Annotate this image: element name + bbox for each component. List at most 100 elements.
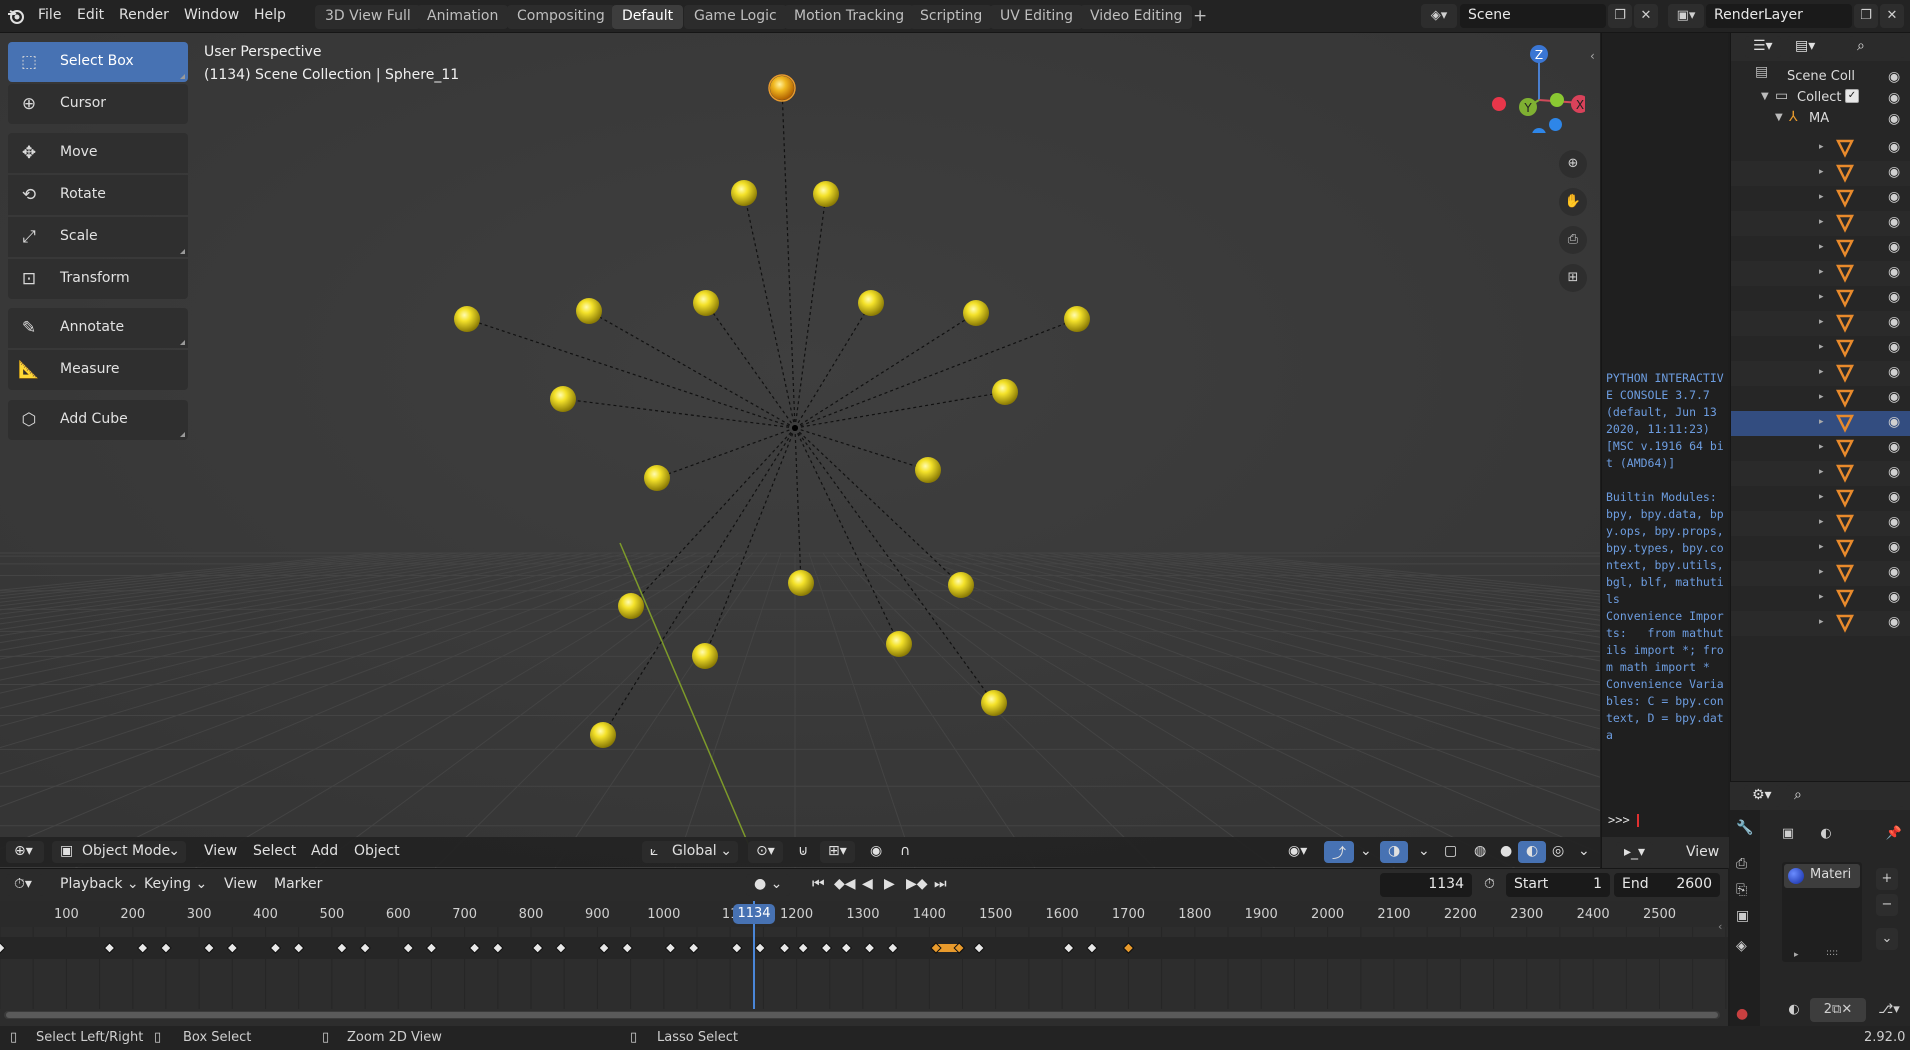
expand-arrow-icon[interactable]: ▸ — [1819, 317, 1824, 327]
eye-icon[interactable]: ◉ — [1888, 164, 1900, 180]
tool-move[interactable]: ✥ Move — [8, 133, 188, 173]
outliner-object-row[interactable]: ▸ ◉ — [1731, 461, 1910, 486]
sphere-object[interactable] — [692, 643, 718, 669]
eye-icon[interactable]: ◉ — [1888, 289, 1900, 305]
sphere-object[interactable] — [915, 457, 941, 483]
expand-arrow-icon[interactable]: ▸ — [1819, 442, 1824, 452]
outliner-search-icon[interactable]: ⌕ — [1849, 36, 1905, 58]
menu-view[interactable]: View — [196, 841, 245, 863]
outliner-object-row[interactable]: ▸ ◉ — [1731, 561, 1910, 586]
eye-icon[interactable]: ◉ — [1888, 414, 1900, 430]
expand-arrow-icon[interactable]: ▸ — [1819, 542, 1824, 552]
expand-arrow-icon[interactable]: ▸ — [1819, 417, 1824, 427]
properties-editor-type-icon[interactable]: ⚙▾ — [1744, 785, 1780, 807]
view-layer-browse-icon[interactable]: ▣▾ — [1668, 4, 1704, 28]
eye-icon[interactable]: ◉ — [1888, 564, 1900, 580]
menu-object[interactable]: Object — [346, 841, 408, 863]
scene-collection-label[interactable]: Scene Coll — [1787, 69, 1855, 84]
outliner-object-row[interactable]: ▸ ◉ — [1731, 536, 1910, 561]
new-scene-icon[interactable]: ❐ — [1608, 4, 1632, 28]
eye-icon[interactable]: ◉ — [1888, 614, 1900, 630]
collection-label[interactable]: Collect — [1797, 90, 1842, 105]
end-frame-field[interactable]: End 2600 — [1614, 873, 1720, 897]
timeline-sidebar-toggle-icon[interactable]: ‹ — [1718, 920, 1722, 933]
eye-icon[interactable]: ◉ — [1888, 111, 1900, 127]
sphere-object[interactable] — [550, 386, 576, 412]
material-user-count-icon[interactable]: 2⧉✕ — [1810, 998, 1866, 1022]
menu-timeline-view[interactable]: View — [216, 874, 265, 896]
navigation-gizmo[interactable]: Z X Y — [1485, 43, 1589, 142]
console-prompt[interactable]: >>> — [1608, 813, 1639, 827]
eye-icon[interactable]: ◉ — [1888, 439, 1900, 455]
sphere-object[interactable] — [981, 690, 1007, 716]
expand-arrow-icon[interactable]: ▸ — [1819, 492, 1824, 502]
outliner-object-row[interactable]: ▸ ◉ — [1731, 386, 1910, 411]
scene-tab-icon[interactable]: ◈ — [1736, 938, 1747, 954]
outliner-object-row[interactable]: ▸ ◉ — [1731, 236, 1910, 261]
render-tab-icon[interactable]: ⎙ — [1736, 856, 1747, 872]
outliner-filter-icon[interactable]: ▤▾ — [1787, 36, 1824, 58]
eye-icon[interactable]: ◉ — [1888, 589, 1900, 605]
outliner-object-row[interactable]: ▸ ◉ — [1731, 436, 1910, 461]
expand-arrow-icon[interactable]: ▸ — [1819, 617, 1824, 627]
zoom-icon[interactable]: ⊕ — [1559, 150, 1587, 178]
outliner-object-row[interactable]: ▸ ◉ — [1731, 336, 1910, 361]
console-menu-view[interactable]: View — [1678, 842, 1727, 864]
orthographic-grid-icon[interactable]: ⊞ — [1559, 264, 1587, 292]
eye-icon[interactable]: ◉ — [1888, 314, 1900, 330]
menu-playback[interactable]: Playback ⌄ — [52, 874, 147, 896]
collection-exclude-checkbox[interactable]: ✓ — [1845, 89, 1859, 103]
tool-measure[interactable]: 📐 Measure — [8, 350, 188, 390]
material-slot-item[interactable]: Materi — [1784, 864, 1860, 888]
sphere-object[interactable] — [693, 290, 719, 316]
playhead-frame-badge[interactable]: 1134 — [733, 904, 775, 924]
tab-default[interactable]: Default — [612, 5, 684, 29]
solid-shading-icon[interactable]: ● — [1492, 841, 1520, 863]
collection-expand-icon[interactable]: ▼ — [1761, 91, 1769, 102]
record-icon[interactable]: ● ⌄ — [746, 874, 791, 896]
console-editor-type-icon[interactable]: ▸_▾ — [1616, 842, 1654, 864]
gizmo-toggle-icon[interactable]: ⤴ — [1324, 841, 1354, 863]
eye-icon[interactable]: ◉ — [1888, 339, 1900, 355]
slot-specials-icon[interactable]: ⌄ — [1876, 928, 1898, 950]
scene-browse-icon[interactable]: ◈▾ — [1421, 4, 1457, 28]
gizmo-dropdown-icon[interactable]: ⌄ — [1352, 841, 1380, 863]
outliner-object-row[interactable]: ▸ ◉ — [1731, 511, 1910, 536]
sphere-object[interactable] — [576, 298, 602, 324]
eye-icon[interactable]: ◉ — [1888, 489, 1900, 505]
delete-view-layer-icon[interactable]: ✕ — [1880, 4, 1904, 28]
tool-transform[interactable]: ⊡ Transform — [8, 259, 188, 299]
expand-arrow-icon[interactable]: ▸ — [1819, 267, 1824, 277]
remove-slot-icon[interactable]: − — [1876, 894, 1898, 916]
snap-icon[interactable]: ⊍ — [790, 841, 816, 863]
material-browse-icon[interactable]: ◐ — [1782, 998, 1806, 1022]
eye-icon[interactable]: ◉ — [1888, 264, 1900, 280]
start-frame-field[interactable]: Start 1 — [1506, 873, 1610, 897]
object-data-icon[interactable]: ▣ — [1776, 822, 1800, 846]
eye-icon[interactable]: ◉ — [1888, 239, 1900, 255]
tab-animation[interactable]: Animation — [417, 5, 509, 29]
delete-scene-icon[interactable]: ✕ — [1634, 4, 1658, 28]
tab-3d-view-full[interactable]: 3D View Full — [315, 5, 421, 29]
pan-hand-icon[interactable]: ✋ — [1559, 188, 1587, 216]
sidebar-toggle-icon[interactable]: ‹ — [1590, 49, 1595, 63]
stopwatch-icon[interactable]: ⏱ — [1476, 874, 1503, 896]
outliner-object-row[interactable]: ▸ ◉ — [1731, 311, 1910, 336]
outliner-object-row[interactable]: ▸ ◉ — [1731, 586, 1910, 611]
3d-viewport[interactable]: User Perspective (1134) Scene Collection… — [0, 33, 1600, 868]
expand-arrow-icon[interactable]: ▸ — [1819, 592, 1824, 602]
current-frame-field[interactable]: 1134 — [1380, 873, 1472, 897]
overlay-dropdown-icon[interactable]: ⌄ — [1410, 841, 1438, 863]
expand-arrow-icon[interactable]: ▸ — [1819, 242, 1824, 252]
sphere-object[interactable] — [858, 290, 884, 316]
material-tab-icon[interactable]: ◐ — [1814, 822, 1838, 846]
sphere-object[interactable] — [788, 570, 814, 596]
sphere-object[interactable] — [590, 722, 616, 748]
node-tree-icon[interactable]: ⎇▾ — [1872, 998, 1906, 1022]
armature-expand-icon[interactable]: ▼ — [1775, 112, 1783, 123]
expand-arrow-icon[interactable]: ▸ — [1819, 392, 1824, 402]
output-tab-icon[interactable]: ⎘ — [1736, 882, 1747, 898]
tab-motion-tracking[interactable]: Motion Tracking — [784, 5, 915, 29]
tool-annotate[interactable]: ✎ Annotate — [8, 308, 188, 348]
outliner-object-row[interactable]: ▸ ◉ — [1731, 136, 1910, 161]
